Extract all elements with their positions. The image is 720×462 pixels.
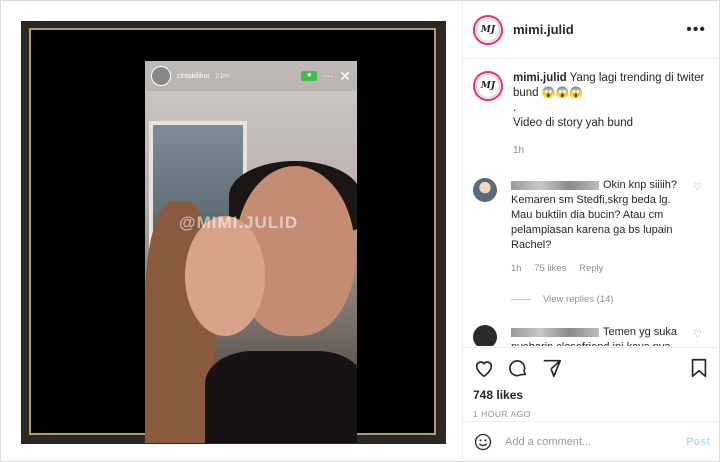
emoji-icon[interactable] [473, 432, 493, 452]
comment-body: Temen yg suka nyebarin closefriend ini k… [511, 325, 686, 346]
comment-body: Okin knp siiiih? Kemaren sm Stedfi,skrg … [511, 178, 686, 276]
close-friends-star-icon: ★ [301, 71, 318, 81]
watermark: @MIMI.JULID [179, 213, 299, 232]
more-horizontal-icon[interactable]: ••• [686, 21, 706, 39]
post-actions: 748 likes 1 HOUR AGO [463, 347, 720, 419]
redacted-username [511, 180, 599, 190]
caption-time: 1h [513, 145, 525, 156]
post-header: MJ mimi.julid ••• [463, 1, 720, 59]
view-replies[interactable]: View replies (14) [511, 294, 720, 305]
caption: MJ mimi.julid Yang lagi trending di twit… [463, 59, 720, 158]
story-avatar [151, 66, 171, 86]
post-media[interactable]: cintakilikut 21m ★ ··· ✕ @MIMI.JULID [21, 21, 446, 444]
avatar-initials: MJ [476, 17, 500, 42]
person-face [185, 216, 265, 336]
caption-line-3: Video di story yah bund [513, 117, 633, 129]
share-icon[interactable] [541, 357, 563, 379]
story-more-icon: ··· [323, 70, 334, 82]
story-close-icon: ✕ [339, 67, 351, 84]
comment-text: Okin knp siiiih? Kemaren sm Stedfi,skrg … [511, 179, 677, 251]
comments-section[interactable]: MJ mimi.julid Yang lagi trending di twit… [463, 59, 720, 346]
story-time: 21m [215, 72, 229, 80]
comment-meta: 1h 75 likes Reply [511, 261, 686, 276]
comment-likes[interactable]: 75 likes [534, 263, 566, 274]
commenter-avatar[interactable] [473, 178, 497, 202]
commenter-avatar[interactable] [473, 325, 497, 346]
caption-username[interactable]: mimi.julid [513, 72, 567, 84]
add-comment-bar: Post [463, 421, 720, 461]
story-username: cintakilikut [177, 72, 210, 80]
username-link[interactable]: mimi.julid [513, 22, 574, 37]
action-icons [473, 356, 710, 380]
story-video[interactable]: cintakilikut 21m ★ ··· ✕ [145, 61, 357, 443]
avatar[interactable]: MJ [473, 14, 503, 45]
comment-time: 1h [511, 263, 522, 274]
story-header: cintakilikut 21m ★ ··· ✕ [145, 61, 357, 91]
comment-input[interactable] [503, 434, 687, 449]
comment-item: Okin knp siiiih? Kemaren sm Stedfi,skrg … [463, 178, 720, 276]
comment-icon[interactable] [507, 357, 529, 379]
caption-line-2: . [513, 102, 517, 114]
replies-divider [511, 299, 531, 300]
person-shirt [205, 351, 357, 443]
caption-text: mimi.julid Yang lagi trending di twiter … [513, 71, 708, 158]
view-replies-label[interactable]: View replies (14) [543, 294, 614, 305]
bookmark-icon[interactable] [688, 357, 710, 379]
caption-emoji: 😱😱😱 [541, 87, 583, 99]
avatar-initials: MJ [476, 74, 500, 98]
post-comment-button[interactable]: Post [686, 436, 710, 448]
heart-icon[interactable] [473, 357, 495, 379]
instagram-post: cintakilikut 21m ★ ··· ✕ @MIMI.JULID MJ … [0, 0, 720, 462]
comment-heart-icon[interactable]: ♡ [693, 182, 702, 193]
post-timestamp: 1 HOUR AGO [473, 409, 531, 419]
comment-item: Temen yg suka nyebarin closefriend ini k… [463, 325, 720, 346]
likes-count[interactable]: 748 likes [473, 388, 710, 402]
comment-heart-icon[interactable]: ♡ [693, 329, 702, 340]
post-side-panel: MJ mimi.julid ••• MJ mimi.julid Yang lag… [462, 1, 720, 461]
avatar[interactable]: MJ [473, 71, 503, 101]
redacted-username [511, 327, 599, 337]
reply-button[interactable]: Reply [579, 263, 603, 274]
